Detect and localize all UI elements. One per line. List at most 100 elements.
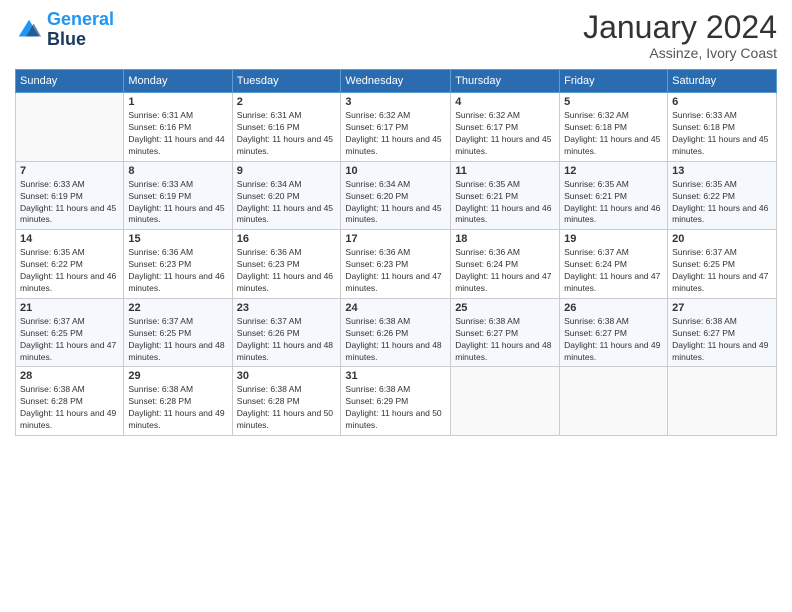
col-friday: Friday — [560, 70, 668, 93]
day-number: 7 — [20, 165, 119, 177]
col-thursday: Thursday — [451, 70, 560, 93]
day-info: Sunrise: 6:36 AMSunset: 6:23 PMDaylight:… — [237, 247, 337, 295]
logo-icon — [15, 16, 43, 44]
table-row — [451, 367, 560, 436]
day-number: 12 — [564, 165, 663, 177]
day-info: Sunrise: 6:33 AMSunset: 6:19 PMDaylight:… — [20, 179, 119, 227]
day-number: 9 — [237, 165, 337, 177]
main-title: January 2024 — [583, 10, 777, 45]
day-number: 29 — [128, 370, 227, 382]
table-row: 28 Sunrise: 6:38 AMSunset: 6:28 PMDaylig… — [16, 367, 124, 436]
page: General Blue January 2024 Assinze, Ivory… — [0, 0, 792, 612]
day-number: 15 — [128, 233, 227, 245]
col-monday: Monday — [124, 70, 232, 93]
day-info: Sunrise: 6:38 AMSunset: 6:26 PMDaylight:… — [345, 316, 446, 364]
day-info: Sunrise: 6:37 AMSunset: 6:26 PMDaylight:… — [237, 316, 337, 364]
day-number: 13 — [672, 165, 772, 177]
table-row: 26 Sunrise: 6:38 AMSunset: 6:27 PMDaylig… — [560, 298, 668, 367]
day-info: Sunrise: 6:31 AMSunset: 6:16 PMDaylight:… — [237, 110, 337, 158]
table-row: 27 Sunrise: 6:38 AMSunset: 6:27 PMDaylig… — [668, 298, 777, 367]
col-sunday: Sunday — [16, 70, 124, 93]
calendar-week-row: 28 Sunrise: 6:38 AMSunset: 6:28 PMDaylig… — [16, 367, 777, 436]
table-row: 10 Sunrise: 6:34 AMSunset: 6:20 PMDaylig… — [341, 161, 451, 230]
day-number: 20 — [672, 233, 772, 245]
day-number: 27 — [672, 302, 772, 314]
table-row: 31 Sunrise: 6:38 AMSunset: 6:29 PMDaylig… — [341, 367, 451, 436]
table-row: 25 Sunrise: 6:38 AMSunset: 6:27 PMDaylig… — [451, 298, 560, 367]
day-number: 19 — [564, 233, 663, 245]
col-saturday: Saturday — [668, 70, 777, 93]
day-info: Sunrise: 6:36 AMSunset: 6:23 PMDaylight:… — [128, 247, 227, 295]
table-row: 2 Sunrise: 6:31 AMSunset: 6:16 PMDayligh… — [232, 93, 341, 162]
day-number: 16 — [237, 233, 337, 245]
day-number: 4 — [455, 96, 555, 108]
table-row: 3 Sunrise: 6:32 AMSunset: 6:17 PMDayligh… — [341, 93, 451, 162]
day-info: Sunrise: 6:38 AMSunset: 6:28 PMDaylight:… — [237, 384, 337, 432]
table-row: 5 Sunrise: 6:32 AMSunset: 6:18 PMDayligh… — [560, 93, 668, 162]
table-row: 4 Sunrise: 6:32 AMSunset: 6:17 PMDayligh… — [451, 93, 560, 162]
day-number: 17 — [345, 233, 446, 245]
table-row: 21 Sunrise: 6:37 AMSunset: 6:25 PMDaylig… — [16, 298, 124, 367]
day-number: 6 — [672, 96, 772, 108]
day-number: 23 — [237, 302, 337, 314]
table-row: 11 Sunrise: 6:35 AMSunset: 6:21 PMDaylig… — [451, 161, 560, 230]
table-row: 29 Sunrise: 6:38 AMSunset: 6:28 PMDaylig… — [124, 367, 232, 436]
table-row: 13 Sunrise: 6:35 AMSunset: 6:22 PMDaylig… — [668, 161, 777, 230]
logo-text: General Blue — [47, 10, 114, 50]
day-info: Sunrise: 6:38 AMSunset: 6:29 PMDaylight:… — [345, 384, 446, 432]
table-row: 20 Sunrise: 6:37 AMSunset: 6:25 PMDaylig… — [668, 230, 777, 299]
day-info: Sunrise: 6:32 AMSunset: 6:17 PMDaylight:… — [345, 110, 446, 158]
day-info: Sunrise: 6:35 AMSunset: 6:22 PMDaylight:… — [672, 179, 772, 227]
subtitle: Assinze, Ivory Coast — [583, 45, 777, 61]
day-number: 2 — [237, 96, 337, 108]
calendar: Sunday Monday Tuesday Wednesday Thursday… — [15, 69, 777, 436]
calendar-week-row: 7 Sunrise: 6:33 AMSunset: 6:19 PMDayligh… — [16, 161, 777, 230]
day-info: Sunrise: 6:35 AMSunset: 6:22 PMDaylight:… — [20, 247, 119, 295]
table-row — [560, 367, 668, 436]
day-info: Sunrise: 6:33 AMSunset: 6:19 PMDaylight:… — [128, 179, 227, 227]
table-row: 6 Sunrise: 6:33 AMSunset: 6:18 PMDayligh… — [668, 93, 777, 162]
day-number: 10 — [345, 165, 446, 177]
day-info: Sunrise: 6:33 AMSunset: 6:18 PMDaylight:… — [672, 110, 772, 158]
day-info: Sunrise: 6:32 AMSunset: 6:17 PMDaylight:… — [455, 110, 555, 158]
day-info: Sunrise: 6:32 AMSunset: 6:18 PMDaylight:… — [564, 110, 663, 158]
table-row — [668, 367, 777, 436]
day-number: 28 — [20, 370, 119, 382]
day-number: 11 — [455, 165, 555, 177]
table-row: 14 Sunrise: 6:35 AMSunset: 6:22 PMDaylig… — [16, 230, 124, 299]
day-info: Sunrise: 6:38 AMSunset: 6:28 PMDaylight:… — [128, 384, 227, 432]
day-info: Sunrise: 6:34 AMSunset: 6:20 PMDaylight:… — [345, 179, 446, 227]
day-number: 14 — [20, 233, 119, 245]
calendar-week-row: 1 Sunrise: 6:31 AMSunset: 6:16 PMDayligh… — [16, 93, 777, 162]
day-info: Sunrise: 6:38 AMSunset: 6:27 PMDaylight:… — [455, 316, 555, 364]
table-row: 30 Sunrise: 6:38 AMSunset: 6:28 PMDaylig… — [232, 367, 341, 436]
day-info: Sunrise: 6:35 AMSunset: 6:21 PMDaylight:… — [455, 179, 555, 227]
day-number: 30 — [237, 370, 337, 382]
day-info: Sunrise: 6:35 AMSunset: 6:21 PMDaylight:… — [564, 179, 663, 227]
title-block: January 2024 Assinze, Ivory Coast — [583, 10, 777, 61]
day-number: 5 — [564, 96, 663, 108]
day-info: Sunrise: 6:31 AMSunset: 6:16 PMDaylight:… — [128, 110, 227, 158]
table-row: 17 Sunrise: 6:36 AMSunset: 6:23 PMDaylig… — [341, 230, 451, 299]
table-row: 8 Sunrise: 6:33 AMSunset: 6:19 PMDayligh… — [124, 161, 232, 230]
day-number: 18 — [455, 233, 555, 245]
table-row: 7 Sunrise: 6:33 AMSunset: 6:19 PMDayligh… — [16, 161, 124, 230]
day-number: 3 — [345, 96, 446, 108]
day-number: 21 — [20, 302, 119, 314]
table-row: 24 Sunrise: 6:38 AMSunset: 6:26 PMDaylig… — [341, 298, 451, 367]
day-info: Sunrise: 6:37 AMSunset: 6:25 PMDaylight:… — [128, 316, 227, 364]
table-row: 19 Sunrise: 6:37 AMSunset: 6:24 PMDaylig… — [560, 230, 668, 299]
table-row: 9 Sunrise: 6:34 AMSunset: 6:20 PMDayligh… — [232, 161, 341, 230]
day-info: Sunrise: 6:37 AMSunset: 6:25 PMDaylight:… — [20, 316, 119, 364]
table-row: 23 Sunrise: 6:37 AMSunset: 6:26 PMDaylig… — [232, 298, 341, 367]
logo: General Blue — [15, 10, 114, 50]
day-number: 25 — [455, 302, 555, 314]
day-number: 8 — [128, 165, 227, 177]
header: General Blue January 2024 Assinze, Ivory… — [15, 10, 777, 61]
day-number: 22 — [128, 302, 227, 314]
calendar-header-row: Sunday Monday Tuesday Wednesday Thursday… — [16, 70, 777, 93]
day-info: Sunrise: 6:38 AMSunset: 6:27 PMDaylight:… — [564, 316, 663, 364]
table-row: 15 Sunrise: 6:36 AMSunset: 6:23 PMDaylig… — [124, 230, 232, 299]
day-number: 31 — [345, 370, 446, 382]
day-info: Sunrise: 6:38 AMSunset: 6:28 PMDaylight:… — [20, 384, 119, 432]
